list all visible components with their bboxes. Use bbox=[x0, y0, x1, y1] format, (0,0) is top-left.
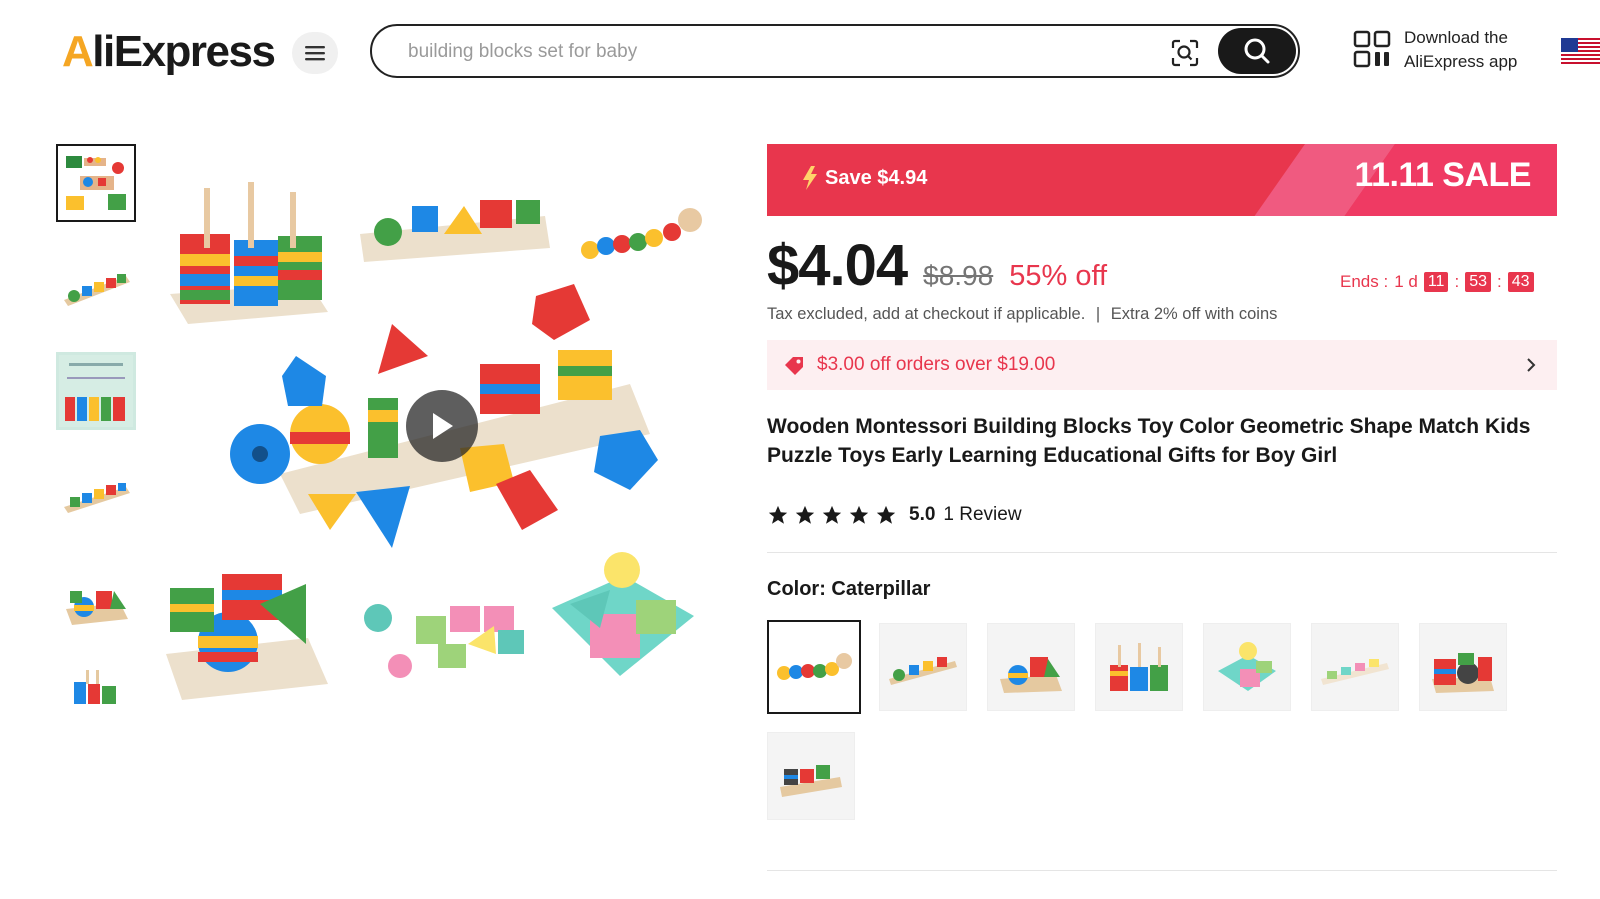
coupon-tag-icon bbox=[785, 357, 803, 375]
rating-score: 5.0 bbox=[909, 504, 936, 525]
logo-letter-a: A bbox=[62, 27, 94, 76]
color-swatch-3[interactable] bbox=[987, 623, 1075, 711]
section-divider bbox=[767, 552, 1557, 553]
aliexpress-logo[interactable]: AliExpress bbox=[62, 26, 276, 78]
thumbnail-image bbox=[59, 355, 133, 427]
swatch-image bbox=[1432, 653, 1494, 693]
star-icon bbox=[822, 505, 842, 524]
chevron-right-icon bbox=[1527, 358, 1536, 372]
qr-code-icon[interactable] bbox=[1353, 30, 1391, 68]
camera-search-icon[interactable] bbox=[1170, 38, 1200, 68]
download-line-2: AliExpress app bbox=[1404, 52, 1518, 71]
download-app-link[interactable]: Download the AliExpress app bbox=[1404, 26, 1517, 74]
thumbnail-image bbox=[60, 148, 132, 218]
sale-event-label: 11.11 SALE bbox=[1354, 156, 1532, 194]
search-input[interactable]: building blocks set for baby bbox=[408, 41, 637, 63]
color-swatch-4[interactable] bbox=[1095, 623, 1183, 711]
swatch-image bbox=[777, 653, 852, 680]
countdown-hours: 11 bbox=[1423, 272, 1449, 292]
countdown-seconds: 43 bbox=[1507, 272, 1534, 292]
swatch-image bbox=[1218, 642, 1276, 691]
thumbnail-5[interactable] bbox=[56, 560, 136, 638]
tax-note: Tax excluded, add at checkout if applica… bbox=[767, 305, 1277, 324]
color-swatch-2[interactable] bbox=[879, 623, 967, 711]
play-video-button[interactable] bbox=[406, 390, 478, 462]
thumbnail-image bbox=[64, 483, 130, 513]
swatch-image bbox=[1110, 643, 1168, 691]
star-icon bbox=[795, 505, 815, 524]
price-row: $4.04 $8.98 55% off bbox=[767, 232, 1107, 302]
thumbnail-4[interactable] bbox=[56, 456, 136, 534]
us-flag-icon[interactable] bbox=[1561, 38, 1600, 64]
search-button[interactable] bbox=[1218, 28, 1296, 74]
download-line-1: Download the bbox=[1404, 28, 1508, 47]
ends-days: 1 d bbox=[1394, 272, 1418, 291]
star-icon bbox=[876, 505, 896, 524]
main-product-image[interactable] bbox=[160, 144, 730, 724]
color-swatch-5[interactable] bbox=[1203, 623, 1291, 711]
color-swatch-7[interactable] bbox=[1419, 623, 1507, 711]
search-bar: building blocks set for baby bbox=[370, 24, 1300, 78]
ends-label: Ends : bbox=[1340, 272, 1389, 291]
sale-banner: Save $4.94 11.11 SALE bbox=[767, 144, 1557, 216]
thumbnail-1[interactable] bbox=[56, 144, 136, 222]
thumbnail-2[interactable] bbox=[56, 248, 136, 326]
color-label: Color: Caterpillar bbox=[767, 578, 931, 600]
play-icon bbox=[433, 413, 453, 439]
swatch-image bbox=[780, 765, 842, 797]
site-header: AliExpress building blocks set for baby bbox=[0, 0, 1600, 100]
product-title: Wooden Montessori Building Blocks Toy Co… bbox=[767, 415, 1531, 467]
search-icon bbox=[1244, 38, 1270, 64]
countdown-timer: Ends : 1 d 11 : 53 : 43 bbox=[1340, 272, 1534, 292]
star-rating bbox=[767, 504, 897, 526]
color-swatch-caterpillar[interactable] bbox=[767, 620, 861, 714]
coupon-text: $3.00 off orders over $19.00 bbox=[817, 354, 1056, 375]
section-divider bbox=[767, 870, 1557, 871]
star-icon bbox=[768, 505, 788, 524]
coupon-bar[interactable]: $3.00 off orders over $19.00 bbox=[767, 340, 1557, 390]
swatch-image bbox=[1000, 657, 1062, 693]
menu-button[interactable] bbox=[292, 32, 338, 74]
current-price: $4.04 bbox=[767, 233, 908, 298]
original-price: $8.98 bbox=[923, 260, 994, 291]
save-text: Save $4.94 bbox=[825, 166, 928, 189]
countdown-minutes: 53 bbox=[1465, 272, 1491, 292]
color-swatch-6[interactable] bbox=[1311, 623, 1399, 711]
discount-percent: 55% off bbox=[1009, 260, 1108, 292]
thumbnail-3[interactable] bbox=[56, 352, 136, 430]
tax-text: Tax excluded, add at checkout if applica… bbox=[767, 305, 1086, 323]
thumbnail-image bbox=[74, 670, 116, 704]
swatch-image bbox=[889, 657, 957, 685]
star-icon bbox=[849, 505, 869, 524]
rating-row[interactable]: 5.0 1 Review bbox=[767, 504, 1022, 526]
tax-separator: | bbox=[1095, 305, 1101, 323]
thumbnail-image bbox=[66, 591, 128, 625]
thumbnail-image bbox=[64, 274, 130, 306]
coins-note: Extra 2% off with coins bbox=[1110, 305, 1278, 323]
review-count-link[interactable]: 1 Review bbox=[943, 504, 1021, 526]
save-amount: Save $4.94 bbox=[801, 166, 927, 190]
menu-icon bbox=[305, 46, 325, 61]
thumbnail-6[interactable] bbox=[56, 664, 136, 706]
logo-text: liExpress bbox=[92, 27, 276, 76]
swatch-image bbox=[1321, 659, 1389, 685]
lightning-icon bbox=[803, 166, 817, 190]
color-swatch-8[interactable] bbox=[767, 732, 855, 820]
